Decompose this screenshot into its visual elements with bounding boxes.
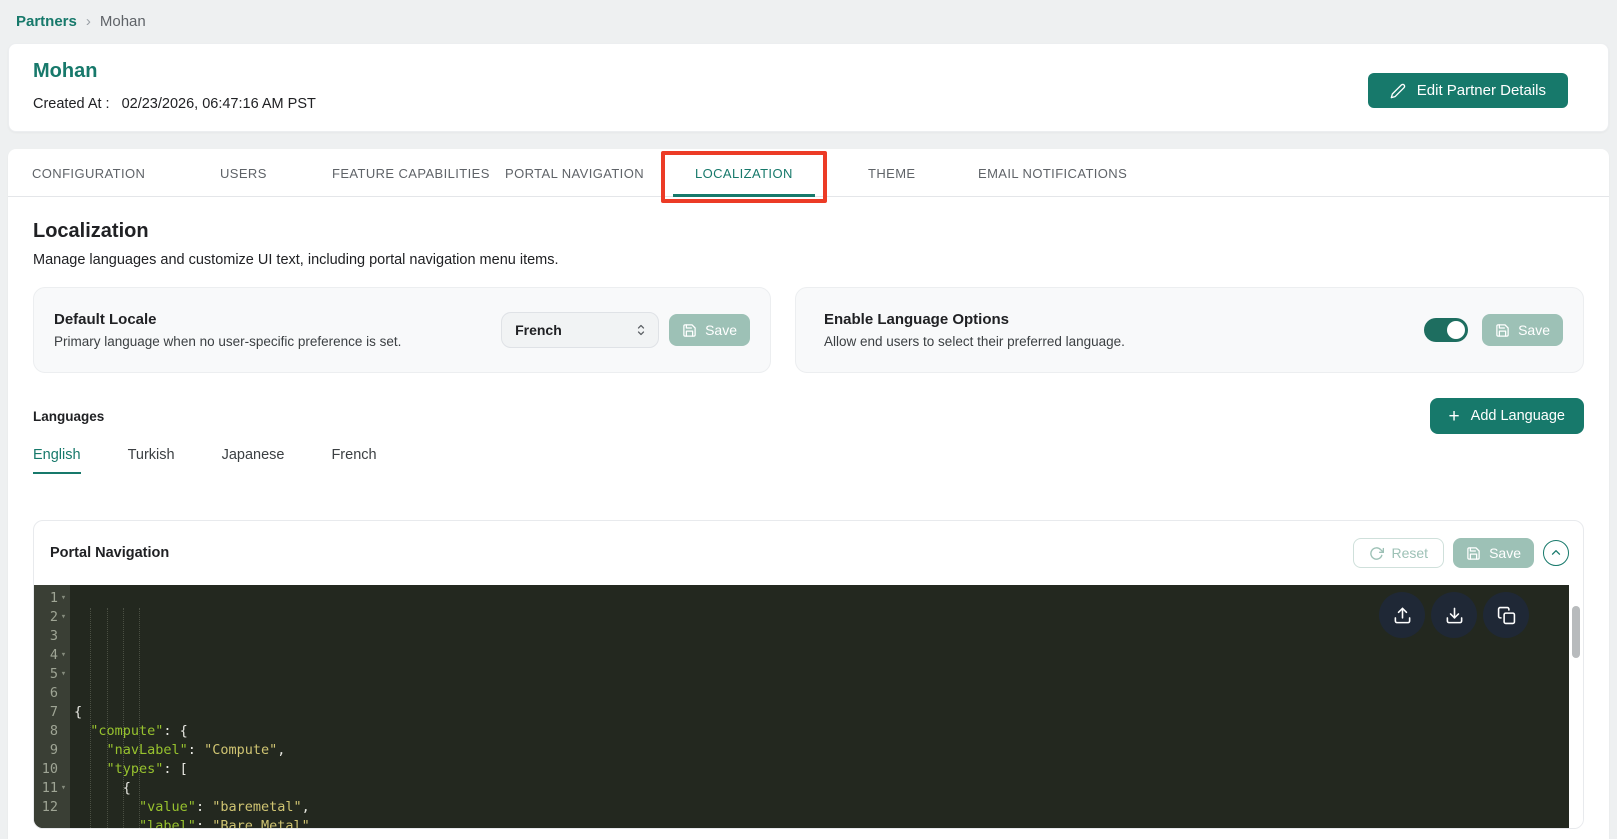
tab-email-notifications[interactable]: EMAIL NOTIFICATIONS [956,149,1149,197]
portal-save-button[interactable]: Save [1453,538,1534,568]
edit-partner-details-button[interactable]: Edit Partner Details [1367,73,1568,108]
partner-name: Mohan [33,60,98,82]
enable-language-options-description: Allow end users to select their preferre… [824,334,1125,349]
tab-localization[interactable]: LOCALIZATION [661,149,827,203]
gutter-line: 3 [49,628,58,644]
default-locale-select[interactable]: French [501,312,660,348]
languages-header: Languages + Add Language [33,398,1584,434]
copy-button[interactable] [1483,592,1529,638]
fold-arrow-icon[interactable]: ▾ [58,646,69,665]
created-at-row: Created At : 02/23/2026, 06:47:16 AM PST [33,96,1584,112]
scrollbar-thumb[interactable] [1572,606,1580,658]
json-editor-wrap: 1 ▾ 2 ▾ 3 4 ▾ 5 ▾ 6 7 8 9 10 11 ▾ 12 { "compute": { "nav… [34,585,1583,829]
portal-navigation-header: Portal Navigation Reset Save [34,521,1583,585]
page-description: Manage languages and customize UI text, … [33,252,559,268]
floppy-icon [682,323,697,338]
portal-navigation-title: Portal Navigation [50,545,170,561]
enable-language-options-toggle[interactable] [1424,318,1469,342]
code-line: "compute": { [90,723,188,739]
tab-theme[interactable]: THEME [846,149,938,197]
code-line: { [74,780,131,796]
gutter-line: 1 ▾ [34,589,70,608]
gutter-line: 7 [49,704,58,720]
editor-scrollbar[interactable] [1569,585,1583,828]
upload-icon [1393,606,1412,625]
code-line: "types": [ [106,761,188,777]
language-tab-turkish[interactable]: Turkish [128,447,175,474]
collapse-button[interactable] [1543,540,1569,566]
gutter-line: 10 [41,761,58,777]
created-at-value: 02/23/2026, 06:47:16 AM PST [121,96,316,112]
chevron-updown-icon [635,323,647,337]
plus-icon: + [1448,405,1460,427]
language-tab-japanese[interactable]: Japanese [222,447,285,474]
gutter-line: 11 ▾ [34,779,70,798]
breadcrumb-partners-link[interactable]: Partners [16,13,77,30]
fold-arrow-icon[interactable]: ▾ [58,608,69,627]
settings-cards-row: Default Locale Primary language when no … [33,287,1584,373]
language-tab-french[interactable]: French [331,447,376,474]
tab-portal-navigation[interactable]: PORTAL NAVIGATION [483,149,666,197]
copy-icon [1497,606,1516,625]
gutter-line: 9 [49,742,58,758]
reset-button[interactable]: Reset [1352,538,1445,568]
fold-arrow-icon[interactable]: ▾ [58,589,69,608]
gutter-line: 8 [49,723,58,739]
gutter-line: 5 ▾ [34,665,70,684]
tab-bar: CONFIGURATION USERS FEATURE CAPABILITIES… [8,149,1609,203]
editor-gutter: 1 ▾ 2 ▾ 3 4 ▾ 5 ▾ 6 7 8 9 10 11 ▾ 12 [34,585,70,828]
download-icon [1445,606,1464,625]
language-tab-english[interactable]: English [33,447,81,474]
toggle-knob [1447,321,1466,339]
pencil-icon [1390,83,1406,99]
add-language-button[interactable]: + Add Language [1429,398,1584,434]
enable-language-options-title: Enable Language Options [824,311,1010,328]
code-line: "label": "Bare Metal", [139,818,318,829]
default-locale-title: Default Locale [54,311,157,328]
default-locale-save-button[interactable]: Save [669,314,750,346]
breadcrumb-separator: › [85,12,91,30]
chevron-up-icon [1549,546,1563,560]
editor-code[interactable]: { "compute": { "navLabel": "Compute", "t… [70,585,1569,829]
gutter-line: 2 ▾ [34,608,70,627]
default-locale-card: Default Locale Primary language when no … [33,287,771,373]
main-panel: CONFIGURATION USERS FEATURE CAPABILITIES… [8,149,1609,839]
code-line: "value": "baremetal", [139,799,310,815]
code-line: "navLabel": "Compute", [106,742,286,758]
page-title: Localization [33,220,149,242]
refresh-icon [1369,546,1384,561]
localization-content: Localization Manage languages and custom… [8,197,1609,829]
tab-feature-capabilities[interactable]: FEATURE CAPABILITIES [310,149,512,197]
breadcrumb: Partners › Mohan [0,0,1617,31]
partner-header-card: Mohan Created At : 02/23/2026, 06:47:16 … [8,43,1609,132]
created-at-label: Created At : [33,96,110,112]
gutter-line: 4 ▾ [34,646,70,665]
code-line: { [74,704,83,720]
language-tabs: English Turkish Japanese French [33,447,1584,474]
enable-language-options-save-button[interactable]: Save [1482,314,1563,346]
gutter-line: 12 [41,799,58,815]
json-editor[interactable]: 1 ▾ 2 ▾ 3 4 ▾ 5 ▾ 6 7 8 9 10 11 ▾ 12 { "compute": { "nav… [34,585,1569,829]
fold-arrow-icon[interactable]: ▾ [58,779,69,798]
default-locale-selected-value: French [515,322,562,338]
portal-navigation-card: Portal Navigation Reset Save 1 ▾ 2 ▾ 3 4… [33,520,1584,829]
floppy-icon [1495,323,1510,338]
tab-users[interactable]: USERS [198,149,289,197]
floppy-icon [1466,546,1481,561]
gutter-line: 6 [49,685,58,701]
download-button[interactable] [1431,592,1477,638]
languages-label: Languages [33,408,105,424]
upload-button[interactable] [1379,592,1425,638]
fold-arrow-icon[interactable]: ▾ [58,665,69,684]
breadcrumb-current: Mohan [99,12,146,30]
tab-configuration[interactable]: CONFIGURATION [10,149,167,197]
default-locale-description: Primary language when no user-specific p… [54,334,402,349]
enable-language-options-card: Enable Language Options Allow end users … [795,287,1584,373]
